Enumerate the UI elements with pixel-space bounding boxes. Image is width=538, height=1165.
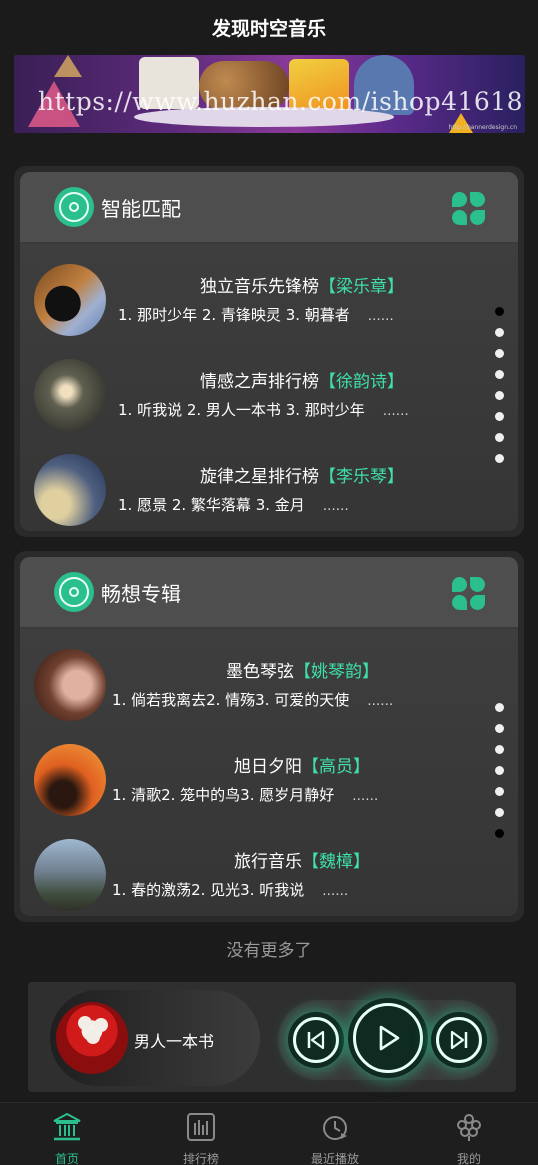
tab-ranking[interactable]: 排行榜 <box>134 1103 268 1165</box>
now-playing-cover <box>56 1002 128 1074</box>
play-icon <box>379 1025 400 1051</box>
banner-url-text: https://www.huzhan.com/ishop41618 <box>38 87 524 116</box>
album-cover <box>34 649 106 721</box>
list-item[interactable]: 旋律之星排行榜【李乐琴】 1. 愿景 2. 繁华落幕 3. 金月…… <box>20 454 518 531</box>
disc-icon <box>54 572 94 612</box>
page-dot[interactable] <box>495 766 504 775</box>
page-dot[interactable] <box>495 454 504 463</box>
singer-name: 【魏樟】 <box>302 852 370 872</box>
song-preview: 1. 倘若我离去2. 情殇3. 可爱的天使…… <box>112 691 394 709</box>
section-header: 智能匹配 <box>20 172 518 244</box>
page-dot[interactable] <box>495 370 504 379</box>
song-preview: 1. 春的激荡2. 见光3. 听我说…… <box>112 881 349 899</box>
more-ellipsis: …… <box>322 884 349 899</box>
playlist-cover <box>34 359 106 431</box>
page-dot[interactable] <box>495 349 504 358</box>
mini-player: 男人一本书 <box>28 982 516 1092</box>
tab-label: 最近播放 <box>310 1152 359 1165</box>
page-indicator[interactable] <box>495 703 505 850</box>
bottom-tab-bar: 首页 排行榜 最近播放 我的 <box>0 1102 538 1165</box>
playlist-cover <box>34 264 106 336</box>
section-header: 畅想专辑 <box>20 557 518 629</box>
tab-recent[interactable]: 最近播放 <box>268 1103 402 1165</box>
list-item[interactable]: 旅行音乐【魏樟】 1. 春的激荡2. 见光3. 听我说…… <box>20 839 518 916</box>
song-preview: 1. 清歌2. 笼中的鸟3. 愿岁月静好…… <box>112 786 379 804</box>
top-bar: 发现时空音乐 <box>0 0 538 55</box>
more-ellipsis: …… <box>382 404 409 419</box>
list-item[interactable]: 独立音乐先锋榜【梁乐章】 1. 那时少年 2. 青锋映灵 3. 朝暮者…… <box>20 264 518 354</box>
tab-label: 我的 <box>456 1152 481 1165</box>
section-title: 畅想专辑 <box>101 581 181 606</box>
album-title: 旅行音乐【魏樟】 <box>234 852 370 872</box>
page-dot[interactable] <box>495 808 504 817</box>
playlist-title: 情感之声排行榜【徐韵诗】 <box>200 372 404 392</box>
page-indicator[interactable] <box>495 307 505 475</box>
album-cover <box>34 744 106 816</box>
tab-mine[interactable]: 我的 <box>402 1103 536 1165</box>
tab-label: 首页 <box>54 1152 79 1165</box>
now-playing[interactable]: 男人一本书 <box>50 990 260 1086</box>
singer-name: 【高员】 <box>302 757 370 777</box>
page-dot[interactable] <box>495 703 504 712</box>
page-dot[interactable] <box>495 391 504 400</box>
now-playing-title: 男人一本书 <box>134 1032 215 1051</box>
promo-banner[interactable]: https://www.huzhan.com/ishop41618 http:/… <box>14 55 525 133</box>
section-smart-match: 智能匹配 独立音乐先锋榜【梁乐章】 1. 那时少年 2. 青锋映灵 3. 朝暮者… <box>14 166 524 537</box>
next-button[interactable] <box>431 1012 487 1068</box>
banner-credit: http://bannerdesign.cn <box>448 124 517 131</box>
playlist-title: 旋律之星排行榜【李乐琴】 <box>200 467 404 487</box>
triangle-decoration <box>54 55 82 77</box>
album-cover <box>34 839 106 911</box>
album-title: 墨色琴弦【姚琴韵】 <box>226 662 379 682</box>
section-title: 智能匹配 <box>101 196 181 221</box>
page-dot[interactable] <box>495 328 504 337</box>
playlist-cover <box>34 454 106 526</box>
play-button[interactable] <box>348 998 428 1078</box>
page-dot[interactable] <box>495 433 504 442</box>
playback-controls <box>278 998 498 1080</box>
song-preview: 1. 听我说 2. 男人一本书 3. 那时少年…… <box>118 401 409 419</box>
list-item[interactable]: 墨色琴弦【姚琴韵】 1. 倘若我离去2. 情殇3. 可爱的天使…… <box>20 649 518 739</box>
album-title: 旭日夕阳【高员】 <box>234 757 370 777</box>
page-dot[interactable] <box>495 745 504 754</box>
previous-button[interactable] <box>288 1012 344 1068</box>
clover-icon[interactable] <box>452 192 486 226</box>
clock-play-icon <box>323 1116 347 1140</box>
section-dream-albums: 畅想专辑 墨色琴弦【姚琴韵】 1. 倘若我离去2. 情殇3. 可爱的天使…… 旭… <box>14 551 524 922</box>
more-ellipsis: …… <box>367 694 394 709</box>
singer-name: 【李乐琴】 <box>319 467 404 487</box>
playlist-title: 独立音乐先锋榜【梁乐章】 <box>200 277 404 297</box>
song-preview: 1. 那时少年 2. 青锋映灵 3. 朝暮者…… <box>118 306 394 324</box>
flower-user-icon <box>457 1114 481 1141</box>
previous-icon <box>307 1030 325 1050</box>
list-item[interactable]: 旭日夕阳【高员】 1. 清歌2. 笼中的鸟3. 愿岁月静好…… <box>20 744 518 834</box>
page-dot[interactable] <box>495 829 504 838</box>
tab-label: 排行榜 <box>182 1152 219 1165</box>
tab-home[interactable]: 首页 <box>0 1103 134 1165</box>
page-dot[interactable] <box>495 724 504 733</box>
more-ellipsis: …… <box>352 789 379 804</box>
page-dot[interactable] <box>495 412 504 421</box>
next-icon <box>450 1030 468 1050</box>
temple-icon <box>53 1112 81 1141</box>
disc-icon <box>54 187 94 227</box>
singer-name: 【徐韵诗】 <box>319 372 404 392</box>
page-title: 发现时空音乐 <box>211 18 326 40</box>
song-preview: 1. 愿景 2. 繁华落幕 3. 金月…… <box>118 496 349 514</box>
chart-bars-icon <box>187 1113 215 1141</box>
singer-name: 【姚琴韵】 <box>294 662 379 682</box>
page-dot[interactable] <box>495 307 504 316</box>
clover-icon[interactable] <box>452 577 486 611</box>
list-item[interactable]: 情感之声排行榜【徐韵诗】 1. 听我说 2. 男人一本书 3. 那时少年…… <box>20 359 518 449</box>
singer-name: 【梁乐章】 <box>319 277 404 297</box>
page-dot[interactable] <box>495 787 504 796</box>
more-ellipsis: …… <box>322 499 349 514</box>
no-more-text: 没有更多了 <box>226 941 312 961</box>
more-ellipsis: …… <box>367 309 394 324</box>
